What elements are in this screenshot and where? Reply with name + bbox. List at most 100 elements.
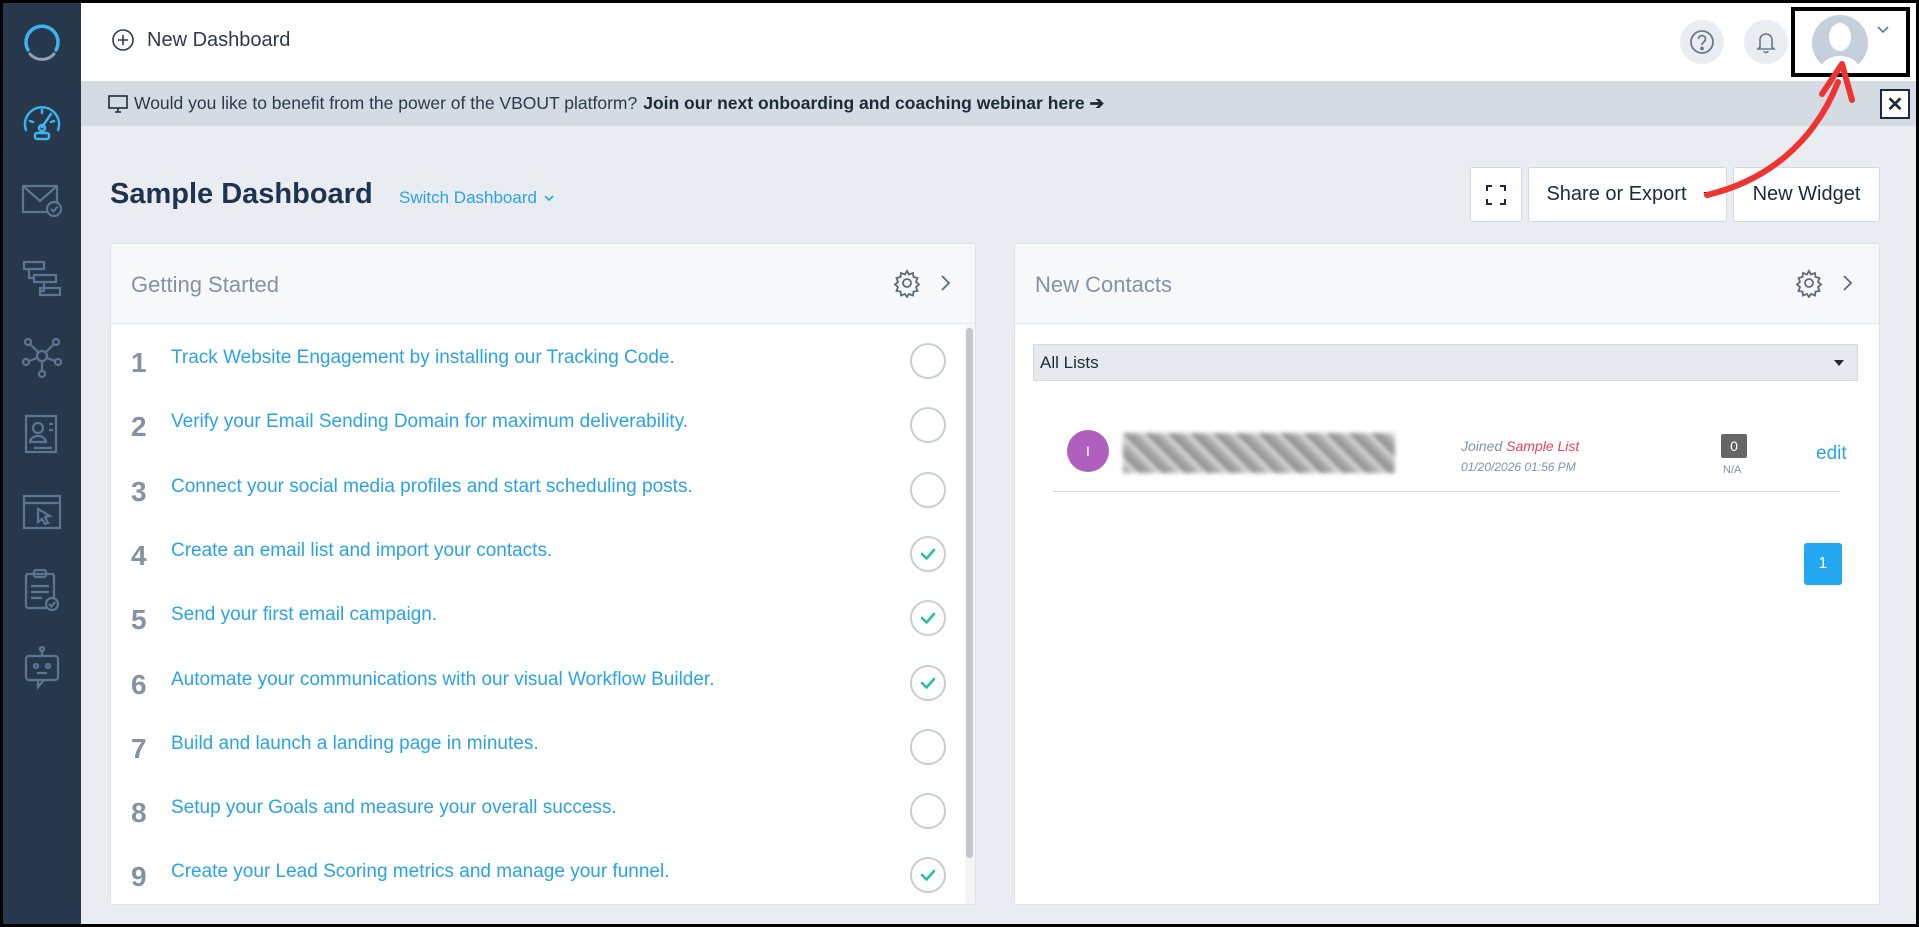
- steps-list: 1 Track Website Engagement by installing …: [111, 325, 965, 904]
- step-link[interactable]: Connect your social media profiles and s…: [171, 476, 693, 498]
- chevron-right-icon[interactable]: [1836, 272, 1858, 294]
- step-complete-check[interactable]: [910, 535, 946, 572]
- contacts-icon[interactable]: [3, 395, 81, 473]
- logo-icon[interactable]: [3, 5, 81, 83]
- step-incomplete-check[interactable]: [910, 793, 946, 830]
- step-number: 7: [131, 732, 147, 764]
- step-incomplete-check[interactable]: [910, 471, 946, 508]
- contact-edit-link[interactable]: edit: [1816, 443, 1847, 465]
- step-row: 7 Build and launch a landing page in minu…: [111, 711, 965, 775]
- panel-title: New Contacts: [1035, 272, 1172, 297]
- step-incomplete-check[interactable]: [910, 728, 946, 765]
- scrollbar-thumb[interactable]: [966, 328, 973, 858]
- list-filter-select[interactable]: All Lists: [1033, 344, 1858, 381]
- step-complete-check[interactable]: [910, 664, 946, 701]
- step-link[interactable]: Create your Lead Scoring metrics and man…: [171, 861, 670, 883]
- tasks-icon[interactable]: [3, 551, 81, 629]
- step-number: 1: [131, 347, 147, 378]
- share-export-button[interactable]: Share or Export: [1528, 167, 1727, 222]
- step-number: 2: [131, 411, 147, 443]
- share-export-label: Share or Export: [1546, 183, 1687, 205]
- step-row: 8 Setup your Goals and measure your overa…: [111, 775, 965, 839]
- bot-icon[interactable]: [3, 629, 81, 707]
- panel-header: New Contacts: [1015, 244, 1879, 324]
- switch-dashboard-label: Switch Dashboard: [399, 188, 537, 207]
- step-row: 4 Create an email list and import your co…: [111, 518, 965, 582]
- new-dashboard-label: New Dashboard: [147, 28, 291, 51]
- help-button[interactable]: [1680, 20, 1724, 64]
- pagination-page-1[interactable]: 1: [1804, 543, 1842, 585]
- app-frame: New Dashboard Would you like to benefit …: [3, 3, 1916, 924]
- gear-icon[interactable]: [892, 268, 922, 298]
- step-row: 5 Send your first email campaign.: [111, 582, 965, 646]
- list-filter-value: All Lists: [1040, 352, 1099, 372]
- bell-icon: [1756, 33, 1776, 54]
- new-dashboard-button[interactable]: New Dashboard: [111, 28, 290, 52]
- network-icon[interactable]: [3, 317, 81, 395]
- switch-dashboard-dropdown[interactable]: Switch Dashboard: [399, 188, 555, 208]
- caret-down-icon: [1834, 360, 1844, 366]
- user-avatar-icon: [1812, 15, 1868, 71]
- webinar-link[interactable]: Join our next onboarding and coaching we…: [643, 93, 1104, 114]
- panel-title: Getting Started: [131, 272, 279, 297]
- contact-name-redacted: [1123, 433, 1395, 473]
- contact-score-badge: 0: [1721, 434, 1747, 458]
- getting-started-panel: Getting Started 1 Track Website Engagemen…: [110, 243, 976, 905]
- page-title: Sample Dashboard: [110, 178, 373, 210]
- plus-circle-icon: [112, 29, 134, 51]
- top-bar: New Dashboard: [81, 3, 1916, 81]
- dashboard-icon[interactable]: [3, 83, 81, 161]
- step-number: 4: [131, 539, 147, 571]
- check-icon: [920, 612, 936, 624]
- step-number: 3: [131, 475, 147, 507]
- joined-list-link[interactable]: Sample List: [1506, 438, 1579, 454]
- joined-prefix: Joined: [1461, 438, 1503, 454]
- contact-date: 01/20/2026 01:56 PM: [1461, 460, 1576, 474]
- step-link[interactable]: Setup your Goals and measure your overal…: [171, 797, 617, 819]
- step-row: 9 Create your Lead Scoring metrics and ma…: [111, 839, 965, 903]
- contact-joined: Joined Sample List: [1461, 438, 1579, 454]
- notifications-button[interactable]: [1744, 20, 1788, 64]
- email-icon[interactable]: [3, 161, 81, 239]
- sidebar: [3, 3, 81, 924]
- step-number: 8: [131, 797, 147, 829]
- contact-score-sub: N/A: [1723, 464, 1742, 476]
- step-row: 2 Verify your Email Sending Domain for ma…: [111, 389, 965, 453]
- banner-text: Would you like to benefit from the power…: [134, 93, 638, 113]
- step-link[interactable]: Automate your communications with our vi…: [171, 669, 715, 691]
- step-complete-check[interactable]: [910, 600, 946, 637]
- check-icon: [920, 677, 936, 689]
- webinar-banner: Would you like to benefit from the power…: [81, 81, 1916, 126]
- caret-down-icon: [1703, 192, 1714, 199]
- gear-icon[interactable]: [1794, 268, 1824, 298]
- chevron-down-icon: [1877, 26, 1889, 34]
- fullscreen-button[interactable]: [1470, 167, 1522, 222]
- step-number: 6: [131, 668, 147, 700]
- step-row: 6 Automate your communications with our v…: [111, 647, 965, 711]
- step-incomplete-check[interactable]: [910, 407, 946, 444]
- step-link[interactable]: Verify your Email Sending Domain for max…: [171, 411, 688, 433]
- step-number: 9: [131, 861, 147, 893]
- panel-header: Getting Started: [111, 244, 975, 324]
- user-menu[interactable]: [1791, 7, 1910, 77]
- check-icon: [920, 870, 936, 882]
- new-widget-button[interactable]: New Widget: [1733, 167, 1880, 222]
- step-row: 3 Connect your social media profiles and …: [111, 454, 965, 518]
- monitor-icon: [108, 94, 128, 113]
- chevron-down-icon: [544, 195, 554, 202]
- new-contacts-panel: New Contacts All Lists I Joined Sample L…: [1014, 243, 1880, 905]
- step-link[interactable]: Build and launch a landing page in minut…: [171, 733, 539, 755]
- step-link[interactable]: Create an email list and import your con…: [171, 540, 552, 562]
- step-complete-check[interactable]: [910, 857, 946, 894]
- step-incomplete-check[interactable]: [910, 343, 946, 379]
- chevron-right-icon[interactable]: [934, 272, 956, 294]
- scrollbar[interactable]: [965, 325, 975, 904]
- contact-row: I Joined Sample List 01/20/2026 01:56 PM…: [1053, 424, 1847, 492]
- check-icon: [920, 548, 936, 560]
- step-number: 5: [131, 604, 147, 636]
- step-link[interactable]: Track Website Engagement by installing o…: [171, 347, 675, 369]
- banner-close-button[interactable]: ✕: [1880, 89, 1910, 119]
- workflow-icon[interactable]: [3, 239, 81, 317]
- landing-page-icon[interactable]: [3, 473, 81, 551]
- step-link[interactable]: Send your first email campaign.: [171, 604, 437, 626]
